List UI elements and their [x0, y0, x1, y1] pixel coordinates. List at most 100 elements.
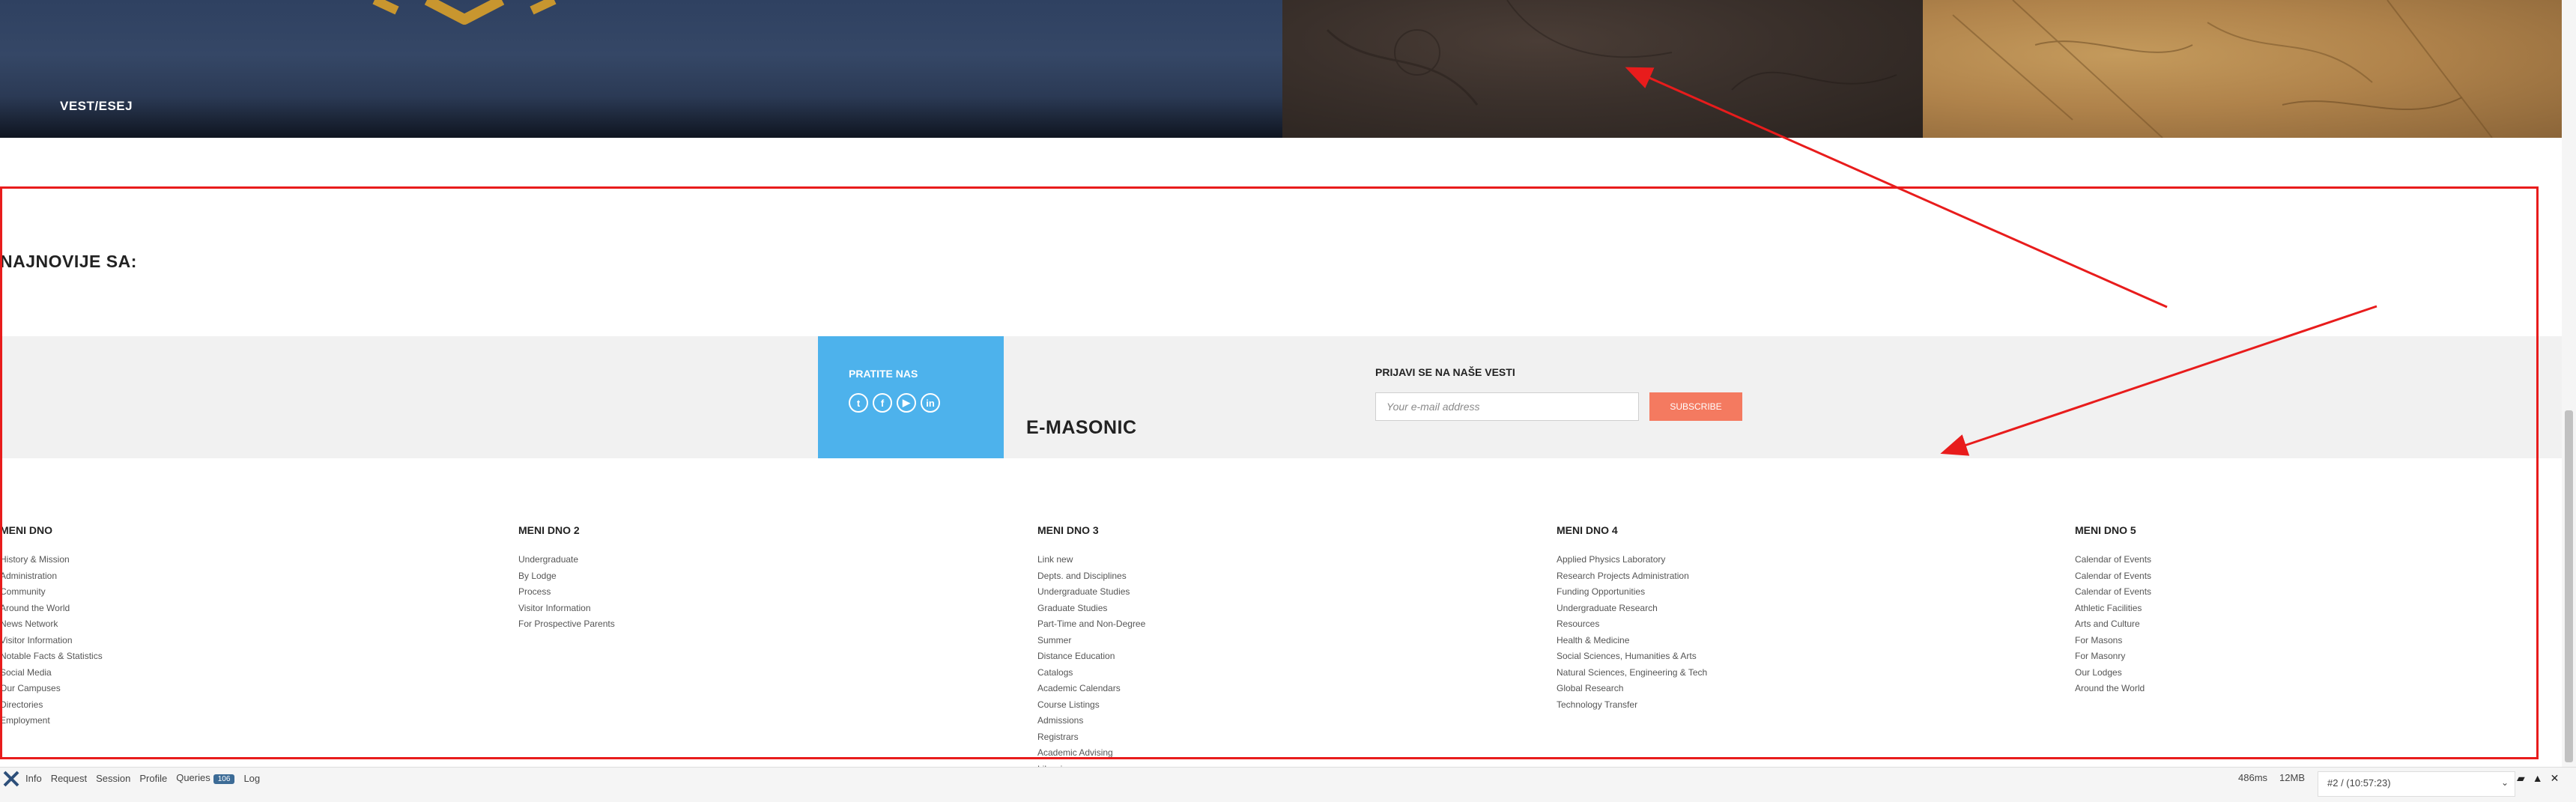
debug-tab-queries[interactable]: Queries 106 — [176, 772, 235, 784]
menu-link[interactable]: Directories — [0, 697, 103, 714]
maximize-icon[interactable]: ▲ — [2533, 772, 2543, 785]
compass-emblem-image — [372, 0, 557, 25]
menu-link[interactable]: Global Research — [1557, 681, 1707, 697]
menu-link[interactable]: Undergraduate Research — [1557, 601, 1707, 617]
scrollbar-thumb[interactable] — [2565, 410, 2573, 762]
menu-link[interactable]: Course Listings — [1037, 697, 1145, 714]
menu-list: Applied Physics Laboratory Research Proj… — [1557, 552, 1707, 713]
menu-link[interactable]: Process — [518, 584, 615, 601]
menu-title: MENI DNO 3 — [1037, 524, 1099, 536]
menu-link[interactable]: Depts. and Disciplines — [1037, 568, 1145, 585]
menu-link[interactable]: Social Sciences, Humanities & Arts — [1557, 648, 1707, 665]
footer-menu-1: MENI DNO History & Mission Administratio… — [0, 524, 103, 729]
featured-tile-essay[interactable]: VEST/ESEJ — [0, 0, 1282, 138]
request-time: 486ms — [2238, 772, 2268, 783]
menu-link[interactable]: Undergraduate — [518, 552, 615, 568]
facebook-icon[interactable]: f — [873, 393, 892, 413]
queries-count-badge: 106 — [213, 774, 235, 784]
site-brand[interactable]: E-MASONIC — [1026, 417, 1137, 439]
menu-link[interactable]: Link new — [1037, 552, 1145, 568]
menu-link[interactable]: Summer — [1037, 633, 1145, 649]
debug-tab-log[interactable]: Log — [243, 773, 260, 784]
menu-link[interactable]: For Masons — [2075, 633, 2151, 649]
featured-tile-3[interactable] — [1923, 0, 2576, 138]
menu-link[interactable]: Distance Education — [1037, 648, 1145, 665]
menu-list: Undergraduate By Lodge Process Visitor I… — [518, 552, 615, 633]
menu-link[interactable]: Natural Sciences, Engineering & Tech — [1557, 665, 1707, 681]
menu-link[interactable]: Social Media — [0, 665, 103, 681]
menu-link[interactable]: Notable Facts & Statistics — [0, 648, 103, 665]
menu-link[interactable]: Undergraduate Studies — [1037, 584, 1145, 601]
menu-link[interactable]: Part-Time and Non-Degree — [1037, 616, 1145, 633]
menu-title: MENI DNO 4 — [1557, 524, 1618, 536]
twitter-icon[interactable]: t — [849, 393, 868, 413]
menu-link[interactable]: Resources — [1557, 616, 1707, 633]
menu-link[interactable]: Calendar of Events — [2075, 568, 2151, 585]
social-icons: t f ▶ in — [849, 393, 940, 413]
debugbar-logo-icon[interactable] — [3, 771, 19, 787]
menu-link[interactable]: History & Mission — [0, 552, 103, 568]
menu-link[interactable]: Our Lodges — [2075, 665, 2151, 681]
request-history-value: #2 / (10:57:23) — [2327, 777, 2391, 789]
debug-tab-profile[interactable]: Profile — [139, 773, 167, 784]
debug-controls: ▰ ▲ ✕ — [2517, 772, 2559, 785]
subscribe-title: PRIJAVI SE NA NAŠE VESTI — [1375, 366, 1515, 378]
memory-usage: 12MB — [2279, 772, 2305, 783]
menu-link[interactable]: Visitor Information — [518, 601, 615, 617]
menu-link[interactable]: For Masonry — [2075, 648, 2151, 665]
menu-link[interactable]: Calendar of Events — [2075, 584, 2151, 601]
menu-link[interactable]: Registrars — [1037, 729, 1145, 746]
menu-link[interactable]: Graduate Studies — [1037, 601, 1145, 617]
request-history-select[interactable]: #2 / (10:57:23) ⌄ — [2318, 771, 2515, 797]
footer-menu-4: MENI DNO 4 Applied Physics Laboratory Re… — [1557, 524, 1707, 713]
menu-link[interactable]: Visitor Information — [0, 633, 103, 649]
menu-link[interactable]: Around the World — [2075, 681, 2151, 697]
menu-link[interactable]: Around the World — [0, 601, 103, 617]
menu-link[interactable]: By Lodge — [518, 568, 615, 585]
featured-tile-2[interactable] — [1282, 0, 1923, 138]
menu-link[interactable]: Academic Advising — [1037, 745, 1145, 762]
menu-link[interactable]: Funding Opportunities — [1557, 584, 1707, 601]
menu-link[interactable]: Research Projects Administration — [1557, 568, 1707, 585]
menu-list: Link new Depts. and Disciplines Undergra… — [1037, 552, 1145, 777]
close-icon[interactable]: ✕ — [2551, 772, 2560, 785]
open-folder-icon[interactable]: ▰ — [2517, 772, 2525, 785]
chevron-down-icon: ⌄ — [2500, 777, 2509, 788]
debug-tab-info[interactable]: Info — [25, 773, 42, 784]
debug-tab-session[interactable]: Session — [96, 773, 130, 784]
menu-link[interactable]: Athletic Facilities — [2075, 601, 2151, 617]
debug-metrics: 486ms 12MB — [2238, 772, 2305, 783]
manuscript-sketch-image — [1326, 0, 1897, 106]
menu-link[interactable]: News Network — [0, 616, 103, 633]
menu-title: MENI DNO 5 — [2075, 524, 2136, 536]
footer-menu-5: MENI DNO 5 Calendar of Events Calendar o… — [2075, 524, 2151, 697]
email-input[interactable] — [1375, 392, 1639, 421]
menu-link[interactable]: Academic Calendars — [1037, 681, 1145, 697]
annotation-rectangle — [0, 186, 2539, 759]
debug-bar: Info Request Session Profile Queries 106 … — [0, 767, 2576, 802]
linkedin-icon[interactable]: in — [921, 393, 940, 413]
debug-tab-request[interactable]: Request — [51, 773, 87, 784]
follow-us-title: PRATITE NAS — [849, 368, 918, 380]
menu-link[interactable]: Calendar of Events — [2075, 552, 2151, 568]
menu-list: History & Mission Administration Communi… — [0, 552, 103, 729]
menu-link[interactable]: Community — [0, 584, 103, 601]
follow-us-box: PRATITE NAS t f ▶ in — [818, 336, 1004, 458]
newsletter-band — [0, 336, 2562, 458]
subscribe-button[interactable]: SUBSCRIBE — [1649, 392, 1742, 421]
menu-link[interactable]: Applied Physics Laboratory — [1557, 552, 1707, 568]
menu-link[interactable]: Employment — [0, 713, 103, 729]
featured-caption[interactable]: VEST/ESEJ — [60, 99, 133, 114]
debug-tabs: Info Request Session Profile Queries 106 … — [25, 772, 260, 784]
menu-list: Calendar of Events Calendar of Events Ca… — [2075, 552, 2151, 697]
menu-link[interactable]: Catalogs — [1037, 665, 1145, 681]
menu-link[interactable]: Admissions — [1037, 713, 1145, 729]
menu-link[interactable]: Our Campuses — [0, 681, 103, 697]
menu-link[interactable]: Administration — [0, 568, 103, 585]
menu-link[interactable]: Technology Transfer — [1557, 697, 1707, 714]
menu-link[interactable]: Health & Medicine — [1557, 633, 1707, 649]
menu-link[interactable]: For Prospective Parents — [518, 616, 615, 633]
youtube-icon[interactable]: ▶ — [897, 393, 916, 413]
menu-link[interactable]: Arts and Culture — [2075, 616, 2151, 633]
parchment-sketch-image — [1952, 0, 2493, 138]
